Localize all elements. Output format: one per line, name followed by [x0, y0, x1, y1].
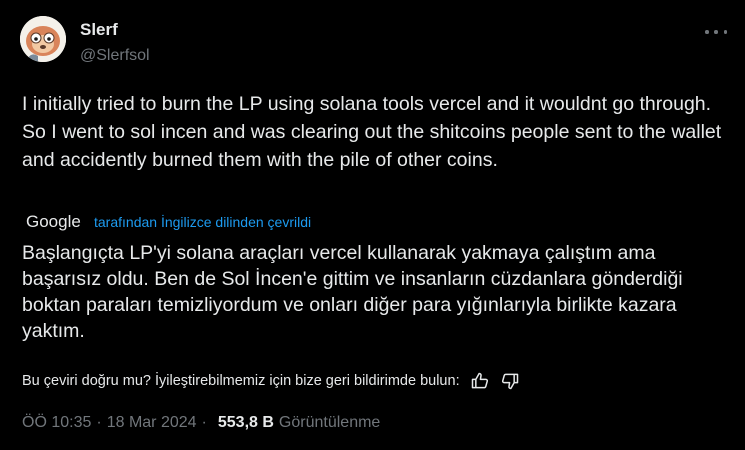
thumbs-down-icon[interactable] [500, 371, 520, 391]
avatar[interactable] [20, 16, 66, 62]
tweet-metadata: ÖÖ 10:35 · 18 Mar 2024 · 553,8 B Görüntü… [22, 414, 380, 432]
tweet-date[interactable]: 18 Mar 2024 [107, 414, 197, 432]
translation-attribution: Google tarafından İngilizce dilinden çev… [26, 211, 311, 233]
more-options-button[interactable] [705, 22, 727, 42]
translation-source-link[interactable]: tarafından İngilizce dilinden çevrildi [94, 214, 311, 230]
display-name[interactable]: Slerf [80, 20, 150, 40]
user-handle[interactable]: @Slerfsol [80, 46, 150, 66]
tweet-time[interactable]: ÖÖ 10:35 [22, 414, 91, 432]
sloth-avatar-image [20, 16, 66, 62]
more-dot [714, 30, 718, 34]
thumbs-up-icon[interactable] [470, 371, 490, 391]
views-count: 553,8 B [217, 414, 274, 431]
separator: · [96, 414, 102, 431]
google-logo-icon: Google [26, 212, 81, 231]
tweet-text: I initially tried to burn the LP using s… [22, 93, 722, 171]
feedback-prompt: Bu çeviri doğru mu? İyileştirebilmemiz i… [22, 373, 460, 389]
more-horizontal-icon [705, 30, 709, 34]
more-dot [723, 30, 727, 34]
author-info: Slerf @Slerfsol [80, 20, 150, 66]
google-wordmark: Google [26, 212, 81, 231]
views-label: Görüntülenme [278, 414, 381, 431]
separator: · [201, 414, 207, 431]
translation-feedback: Bu çeviri doğru mu? İyileştirebilmemiz i… [22, 371, 520, 391]
translated-text: Başlangıçta LP'yi solana araçları vercel… [22, 242, 683, 342]
